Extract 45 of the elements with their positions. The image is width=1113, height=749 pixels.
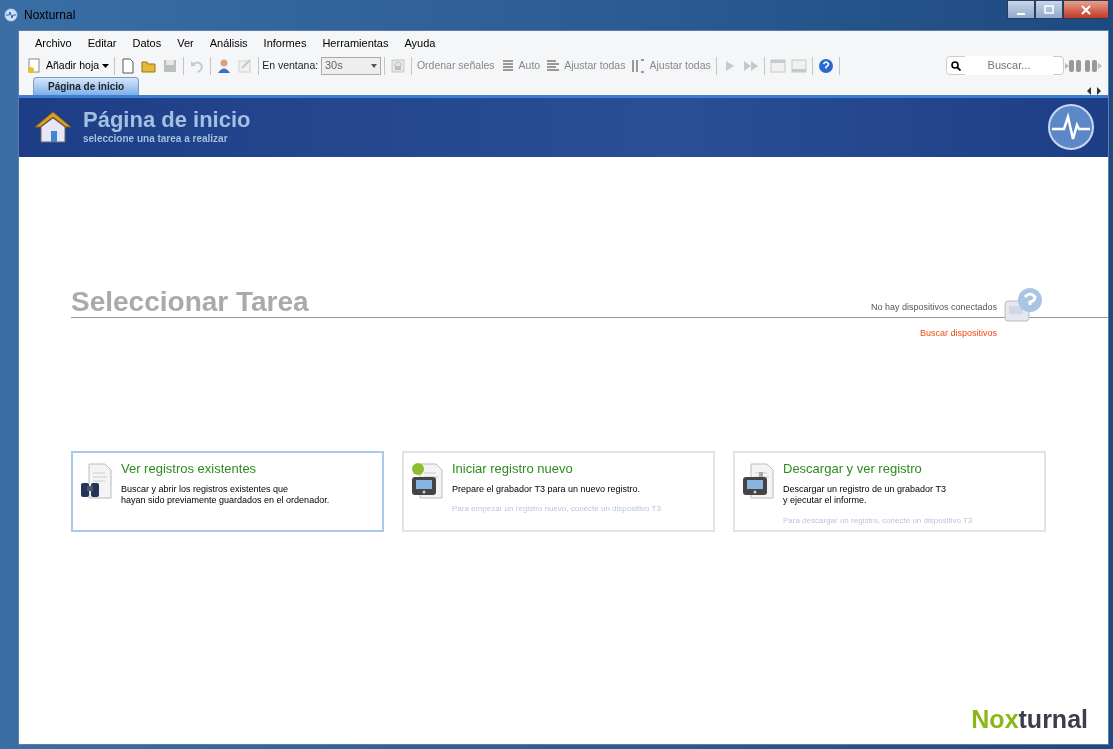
menu-item[interactable]: Análisis [203,34,254,53]
device-download-icon [741,462,775,501]
task-title: Descargar y ver registro [783,459,923,478]
minimize-button[interactable] [1007,0,1035,19]
window-label: En ventana: [262,57,319,73]
caret-icon [370,63,377,68]
task-description: Buscar y abrir los registros existentes que hayan sido previamente guardados en el ordenador. [121,484,330,507]
add-sheet-dropdown[interactable]: Añadir hoja [25,56,112,75]
search-field[interactable]: Buscar... [946,56,1064,75]
task-description: Descargar un registro de un grabador T3 y ejecutar el informe. [783,484,947,507]
page-title: Página de inicio [83,108,251,131]
maximize-icon [1044,4,1054,15]
house-icon [33,109,73,145]
task-title: Ver registros existentes [121,459,258,478]
search-devices-link[interactable]: Buscar dispositivos [919,327,997,341]
task-title: Iniciar registro nuevo [452,459,574,478]
align-icon [545,57,562,74]
menu-item[interactable]: Ayuda [398,34,442,53]
noxturnal-logo: Noxturnal [971,703,1088,735]
maximize-button[interactable] [1035,0,1063,19]
menu-item[interactable]: Ver [171,34,200,53]
search-icon [951,60,961,71]
tab[interactable]: Página de inicio [33,76,140,95]
columns-icon [630,57,647,74]
binoculars-document-icon [79,462,113,501]
close-button[interactable] [1063,0,1109,19]
window-title: Noxturnal [24,7,76,24]
caret-icon [102,63,110,68]
close-icon [1081,4,1091,15]
device-status: No hay dispositivos conectados [870,300,997,314]
task-description: Prepare el grabador T3 para un nuevo registro. [452,484,641,496]
menu-item[interactable]: Editar [81,34,123,53]
page-subtitle: seleccione una tarea a realizar [83,132,229,146]
menu-item[interactable]: Archivo [29,34,78,53]
pulse-icon [1048,104,1094,150]
app-icon [4,8,18,22]
device-help-icon [1003,286,1043,325]
menu-item[interactable]: Informes [257,34,313,53]
sheet-icon [27,57,43,74]
menu-item[interactable]: Herramientas [316,34,395,53]
device-document-icon [410,462,444,501]
menu-item[interactable]: Datos [126,34,168,53]
minimize-icon [1017,12,1025,15]
task-card[interactable]: Ver registros existentes Buscar y abrir los registros existentes que hayan sido previamente guardados en el ordenador. [71,450,384,532]
scroll-arrows-icon[interactable] [1086,86,1102,95]
